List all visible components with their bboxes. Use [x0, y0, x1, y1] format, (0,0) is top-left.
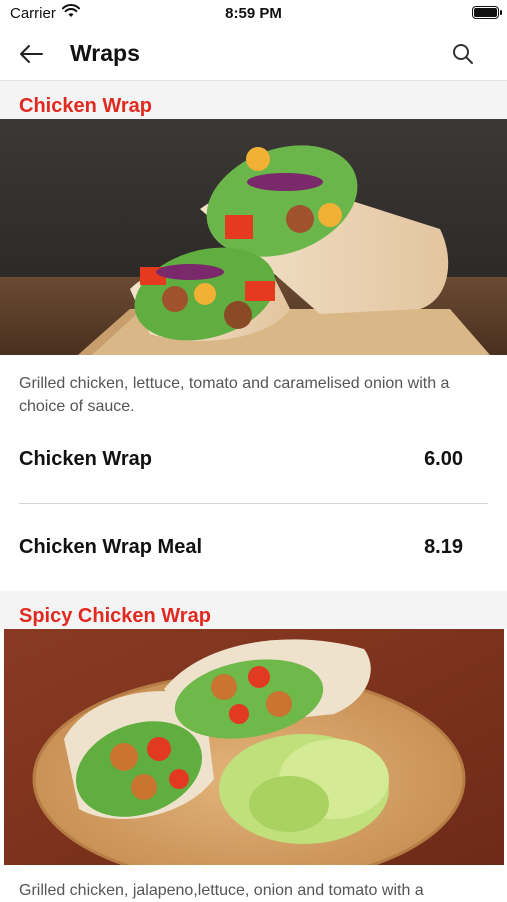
option-price: 8.19	[424, 536, 463, 558]
search-icon[interactable]	[451, 42, 475, 66]
option-name: Chicken Wrap	[19, 448, 152, 470]
category-title: Spicy Chicken Wrap	[19, 605, 211, 627]
divider	[19, 503, 488, 504]
page-title: Wraps	[70, 40, 140, 66]
navigation-bar: Wraps	[0, 28, 507, 81]
category-header-spicy-chicken-wrap: Spicy Chicken Wrap	[0, 591, 507, 629]
battery-icon	[472, 6, 502, 19]
option-price: 6.00	[424, 448, 463, 470]
menu-option-chicken-wrap[interactable]: Chicken Wrap 6.00	[19, 440, 489, 480]
option-name: Chicken Wrap Meal	[19, 536, 203, 558]
spicy-chicken-wrap-photo	[4, 629, 504, 865]
category-header-chicken-wrap: Chicken Wrap	[0, 81, 507, 119]
category-description: Grilled chicken, jalapeno,lettuce, onion…	[19, 882, 424, 899]
menu-option-chicken-wrap-meal[interactable]: Chicken Wrap Meal 8.19	[19, 528, 489, 568]
chicken-wrap-photo	[0, 119, 507, 355]
clock: 8:59 PM	[225, 5, 282, 22]
back-arrow-icon[interactable]	[18, 42, 44, 66]
category-title: Chicken Wrap	[19, 95, 152, 117]
category-description: Grilled chicken, lettuce, tomato and car…	[19, 375, 450, 415]
status-bar: Carrier 8:59 PM	[0, 0, 507, 28]
